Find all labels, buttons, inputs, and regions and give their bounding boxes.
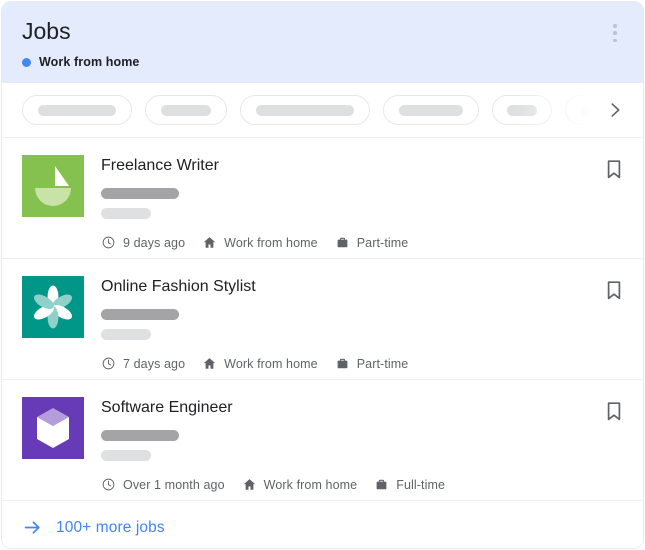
jobs-subtitle: Work from home <box>39 55 140 69</box>
filter-chip-placeholder <box>256 104 354 116</box>
bookmark-outline-icon[interactable] <box>602 399 626 423</box>
company-name-placeholder <box>101 188 179 199</box>
job-meta-text: Work from home <box>263 477 358 492</box>
cube-logo <box>22 397 84 459</box>
job-meta-item: Work from home <box>202 235 318 250</box>
job-title: Online Fashion Stylist <box>101 278 256 295</box>
job-meta-item: Part-time <box>335 235 409 250</box>
home-icon <box>243 479 255 490</box>
clock-icon <box>102 236 115 249</box>
briefcase-icon <box>337 237 348 248</box>
filter-chip-5[interactable] <box>492 95 552 125</box>
job-meta-text: 9 days ago <box>123 235 186 250</box>
more-jobs-link[interactable]: 100+ more jobs <box>2 501 643 548</box>
filter-chip-placeholder <box>38 104 116 116</box>
job-list-item[interactable]: Software Engineer Over 1 month ago Work fr… <box>2 380 643 501</box>
filter-chip-placeholder <box>161 104 211 116</box>
job-meta-text: Full-time <box>396 477 446 492</box>
home-icon <box>204 237 216 248</box>
dot-3 <box>613 38 617 42</box>
job-title: Freelance Writer <box>101 157 219 174</box>
company-name-placeholder <box>101 430 179 441</box>
flower-logo <box>22 276 84 338</box>
job-list-item[interactable]: Online Fashion Stylist 7 days ago Work fro… <box>2 259 643 380</box>
filter-chip-3[interactable] <box>240 95 370 125</box>
status-dot-icon <box>22 57 31 67</box>
chevron-right-icon[interactable] <box>601 95 629 125</box>
filter-chip-placeholder <box>399 104 463 116</box>
location-placeholder <box>101 208 151 219</box>
job-meta-row: 7 days ago Work from home Part-time <box>101 356 623 371</box>
job-meta-item: Part-time <box>335 356 409 371</box>
clock-icon <box>102 357 115 370</box>
jobs-subtitle-row: Work from home <box>22 55 623 69</box>
filter-chip-1[interactable] <box>22 95 132 125</box>
job-meta-item: Over 1 month ago <box>101 477 225 492</box>
filter-chips-row <box>2 83 643 138</box>
location-placeholder <box>101 329 151 340</box>
job-details: Software Engineer Over 1 month ago Work fr… <box>101 397 623 492</box>
job-meta-item: Work from home <box>242 477 358 492</box>
job-meta-item: 7 days ago <box>101 356 185 371</box>
more-jobs-label: 100+ more jobs <box>56 518 165 536</box>
bookmark-outline-icon[interactable] <box>602 157 626 181</box>
jobs-list: Freelance Writer 9 days ago Work from home… <box>2 138 643 501</box>
job-meta-item: Work from home <box>202 356 318 371</box>
filter-chip-4[interactable] <box>383 95 479 125</box>
job-meta-text: Work from home <box>224 235 318 250</box>
job-details: Freelance Writer 9 days ago Work from home… <box>101 155 623 250</box>
briefcase-icon <box>337 358 348 369</box>
filter-chip-placeholder <box>581 104 597 116</box>
filter-chip-2[interactable] <box>145 95 227 125</box>
dot-1 <box>613 24 617 28</box>
job-list-item[interactable]: Freelance Writer 9 days ago Work from home… <box>2 138 643 259</box>
bookmark-outline-icon[interactable] <box>602 278 626 302</box>
briefcase-icon <box>376 479 387 490</box>
arrow-right-icon <box>22 517 43 538</box>
page-title: Jobs <box>22 18 71 44</box>
jobs-card: Jobs Work from home Freelance Writer 9 da… <box>1 1 644 549</box>
job-meta-item: 9 days ago <box>101 235 185 250</box>
company-name-placeholder <box>101 309 179 320</box>
filter-chips-scroller[interactable] <box>22 95 597 125</box>
more-vert-icon[interactable] <box>605 22 625 44</box>
sailboat-logo <box>22 155 84 217</box>
jobs-header: Jobs Work from home <box>2 2 643 83</box>
clock-icon <box>102 478 115 491</box>
dot-2 <box>613 31 617 35</box>
job-meta-row: Over 1 month ago Work from home Full-time <box>101 477 623 492</box>
job-details: Online Fashion Stylist 7 days ago Work fro… <box>101 276 623 371</box>
location-placeholder <box>101 450 151 461</box>
job-meta-item: Full-time <box>374 477 445 492</box>
job-meta-text: Part-time <box>356 356 409 371</box>
job-meta-text: Work from home <box>224 356 318 371</box>
filter-chip-6[interactable] <box>565 95 597 125</box>
job-meta-row: 9 days ago Work from home Part-time <box>101 235 623 250</box>
job-meta-text: Over 1 month ago <box>123 477 225 492</box>
home-icon <box>204 358 216 369</box>
job-meta-text: 7 days ago <box>123 356 186 371</box>
job-title: Software Engineer <box>101 399 233 416</box>
job-meta-text: Part-time <box>356 235 409 250</box>
filter-chip-placeholder <box>507 104 537 116</box>
